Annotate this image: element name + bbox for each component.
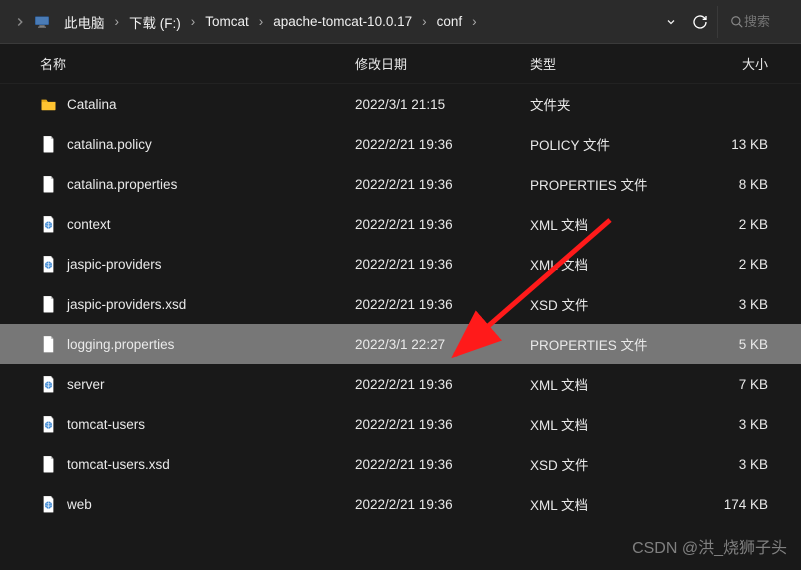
file-row[interactable]: logging.properties 2022/3/1 22:27PROPERTI…	[0, 324, 801, 364]
file-size: 13 KB	[688, 137, 798, 152]
file-name: logging.properties	[67, 337, 174, 352]
file-date: 2022/2/21 19:36	[355, 497, 530, 512]
breadcrumb-item[interactable]: Tomcat	[199, 10, 255, 33]
xml-icon	[40, 416, 57, 433]
file-size: 2 KB	[688, 217, 798, 232]
pc-icon	[34, 13, 52, 31]
column-header-type[interactable]: 类型	[530, 54, 688, 73]
file-type: XML 文档	[530, 374, 688, 394]
file-row[interactable]: jaspic-providers 2022/2/21 19:36XML 文档2 K…	[0, 244, 801, 284]
refresh-button[interactable]	[683, 8, 717, 36]
file-icon	[40, 336, 57, 353]
file-type: XML 文档	[530, 414, 688, 434]
file-type: 文件夹	[530, 94, 688, 114]
file-date: 2022/2/21 19:36	[355, 297, 530, 312]
file-date: 2022/2/21 19:36	[355, 457, 530, 472]
file-row[interactable]: tomcat-users 2022/2/21 19:36XML 文档3 KB	[0, 404, 801, 444]
chevron-right-icon: ›	[257, 14, 266, 29]
file-size: 174 KB	[688, 497, 798, 512]
file-type: POLICY 文件	[530, 134, 688, 154]
file-row[interactable]: tomcat-users.xsd 2022/2/21 19:36XSD 文件3 K…	[0, 444, 801, 484]
search-icon	[730, 15, 744, 29]
chevron-right-icon: ›	[113, 14, 122, 29]
file-type: XML 文档	[530, 254, 688, 274]
breadcrumb-item[interactable]: apache-tomcat-10.0.17	[267, 10, 418, 33]
file-name: tomcat-users.xsd	[67, 457, 170, 472]
file-date: 2022/2/21 19:36	[355, 177, 530, 192]
file-name: jaspic-providers.xsd	[67, 297, 186, 312]
file-row[interactable]: catalina.policy 2022/2/21 19:36POLICY 文件1…	[0, 124, 801, 164]
file-size: 3 KB	[688, 297, 798, 312]
file-type: PROPERTIES 文件	[530, 174, 688, 194]
breadcrumb-item[interactable]: 此电脑	[58, 8, 111, 36]
breadcrumb[interactable]: 此电脑 › 下载 (F:) › Tomcat › apache-tomcat-1…	[52, 8, 659, 36]
file-type: PROPERTIES 文件	[530, 334, 688, 354]
file-date: 2022/3/1 21:15	[355, 97, 530, 112]
column-header-name[interactable]: 名称	[0, 54, 355, 73]
file-icon	[40, 296, 57, 313]
file-date: 2022/2/21 19:36	[355, 137, 530, 152]
file-name: server	[67, 377, 105, 392]
file-type: XML 文档	[530, 214, 688, 234]
file-date: 2022/2/21 19:36	[355, 377, 530, 392]
watermark: CSDN @洪_烧狮子头	[632, 534, 787, 558]
file-list: Catalina 2022/3/1 21:15文件夹 catalina.policy…	[0, 84, 801, 524]
xml-icon	[40, 376, 57, 393]
chevron-right-icon: ›	[189, 14, 198, 29]
file-icon	[40, 176, 57, 193]
column-header-size[interactable]: 大小	[688, 54, 798, 73]
folder-icon	[40, 96, 57, 113]
file-date: 2022/3/1 22:27	[355, 337, 530, 352]
file-name: catalina.policy	[67, 137, 152, 152]
file-icon	[40, 136, 57, 153]
nav-forward-button[interactable]	[6, 8, 34, 36]
file-row[interactable]: jaspic-providers.xsd 2022/2/21 19:36XSD 文…	[0, 284, 801, 324]
xml-icon	[40, 256, 57, 273]
toolbar: 此电脑 › 下载 (F:) › Tomcat › apache-tomcat-1…	[0, 0, 801, 44]
file-type: XSD 文件	[530, 454, 688, 474]
file-size: 3 KB	[688, 417, 798, 432]
file-row[interactable]: context 2022/2/21 19:36XML 文档2 KB	[0, 204, 801, 244]
file-name: catalina.properties	[67, 177, 177, 192]
chevron-right-icon: ›	[420, 14, 429, 29]
xml-icon	[40, 216, 57, 233]
breadcrumb-item[interactable]: 下载 (F:)	[123, 8, 187, 36]
file-name: Catalina	[67, 97, 117, 112]
file-row[interactable]: server 2022/2/21 19:36XML 文档7 KB	[0, 364, 801, 404]
breadcrumb-item[interactable]: conf	[431, 10, 469, 33]
file-size: 8 KB	[688, 177, 798, 192]
file-size: 2 KB	[688, 257, 798, 272]
file-date: 2022/2/21 19:36	[355, 257, 530, 272]
file-type: XSD 文件	[530, 294, 688, 314]
chevron-right-icon: ›	[470, 14, 479, 29]
columns-header: 名称 修改日期 类型 大小	[0, 44, 801, 84]
search-box[interactable]	[717, 6, 795, 38]
search-input[interactable]	[744, 14, 784, 29]
file-row[interactable]: catalina.properties 2022/2/21 19:36PROPER…	[0, 164, 801, 204]
file-size: 7 KB	[688, 377, 798, 392]
file-name: web	[67, 497, 92, 512]
file-icon	[40, 456, 57, 473]
file-name: jaspic-providers	[67, 257, 162, 272]
file-type: XML 文档	[530, 494, 688, 514]
file-name: context	[67, 217, 111, 232]
address-dropdown-button[interactable]	[659, 10, 683, 34]
column-header-date[interactable]: 修改日期	[355, 54, 530, 73]
file-row[interactable]: Catalina 2022/3/1 21:15文件夹	[0, 84, 801, 124]
file-date: 2022/2/21 19:36	[355, 417, 530, 432]
file-name: tomcat-users	[67, 417, 145, 432]
file-date: 2022/2/21 19:36	[355, 217, 530, 232]
file-row[interactable]: web 2022/2/21 19:36XML 文档174 KB	[0, 484, 801, 524]
file-size: 3 KB	[688, 457, 798, 472]
xml-icon	[40, 496, 57, 513]
file-size: 5 KB	[688, 337, 798, 352]
